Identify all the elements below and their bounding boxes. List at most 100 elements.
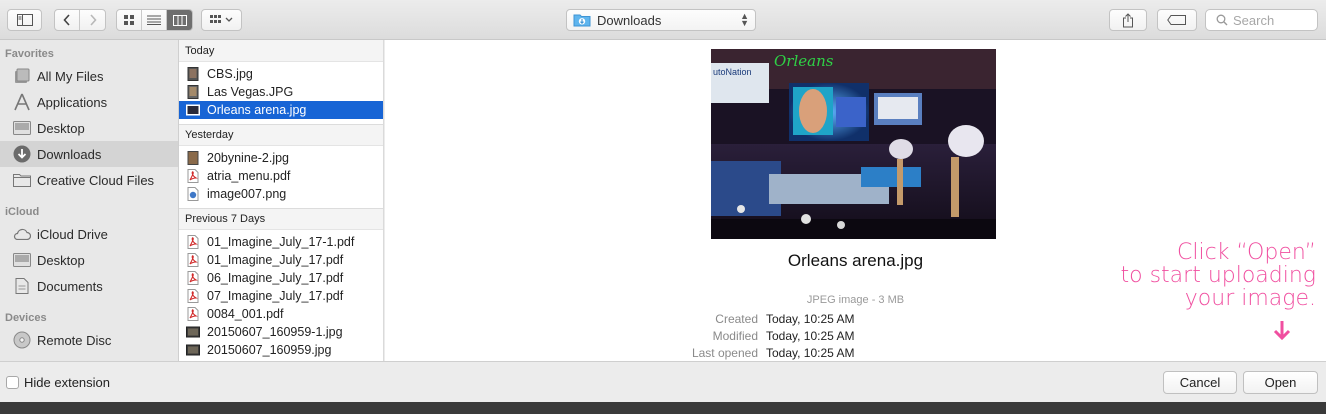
- disc-icon: [12, 331, 32, 349]
- sidebar-item-icloud-desktop[interactable]: Desktop: [0, 247, 178, 273]
- meta-label-last-opened: Last opened: [691, 346, 758, 360]
- annotation-line: to start uploading: [1120, 263, 1317, 288]
- sidebar: Favorites All My Files Applications Desk…: [0, 40, 179, 361]
- folder-icon: [12, 171, 32, 189]
- sidebar-item-applications[interactable]: Applications: [0, 89, 178, 115]
- file-item-selected[interactable]: Orleans arena.jpg: [179, 101, 383, 119]
- meta-value-last-opened: Today, 10:25 AM: [766, 346, 855, 360]
- file-item[interactable]: 20150607_160959-1.jpg: [179, 323, 383, 341]
- list-view-button[interactable]: [142, 10, 167, 30]
- file-item[interactable]: Las Vegas.JPG: [179, 83, 383, 101]
- share-icon: [1123, 12, 1133, 27]
- file-group-today: Today: [179, 40, 383, 62]
- file-group-yesterday: Yesterday: [179, 124, 383, 146]
- grid-icon: [124, 15, 134, 25]
- photo-sign-text: Orleans: [774, 52, 834, 70]
- sidebar-heading-devices: Devices: [5, 312, 47, 324]
- location-popup[interactable]: Downloads ▲ ▼: [566, 9, 756, 31]
- file-item[interactable]: 07_Imagine_July_17.pdf: [179, 287, 383, 305]
- pdf-file-icon: [187, 169, 199, 183]
- file-name: atria_menu.pdf: [207, 169, 291, 183]
- chevron-updown-icon: ▲ ▼: [740, 11, 749, 28]
- meta-value-created: Today, 10:25 AM: [766, 312, 855, 326]
- tags-button[interactable]: [1157, 9, 1197, 31]
- sidebar-item-label: Downloads: [37, 146, 102, 162]
- file-list: Today CBS.jpg Las Vegas.JPG Orleans aren…: [179, 40, 384, 361]
- sidebar-heading-favorites: Favorites: [5, 48, 54, 60]
- columns-icon: [172, 14, 187, 26]
- meta-label-modified: Modified: [712, 329, 758, 343]
- hide-extension-checkbox[interactable]: [6, 376, 19, 389]
- back-button[interactable]: [55, 10, 80, 30]
- preview-pane: utoNation Orleans Orleans arena.jpg JPEG…: [385, 40, 1326, 361]
- file-name: 20150607_160959.jpg: [207, 343, 332, 357]
- applications-icon: [12, 93, 32, 111]
- arrange-grid-icon: [209, 15, 232, 23]
- file-name: Las Vegas.JPG: [207, 85, 294, 99]
- list-icon: [147, 15, 161, 25]
- open-button[interactable]: Open: [1243, 371, 1318, 394]
- pdf-file-icon: [187, 253, 199, 267]
- tag-icon: [1167, 15, 1186, 25]
- file-group-previous-7-days: Previous 7 Days: [179, 208, 383, 230]
- search-placeholder: Search: [1233, 12, 1275, 28]
- file-item[interactable]: image007.png: [179, 185, 383, 203]
- column-view-button[interactable]: [167, 10, 192, 30]
- sidebar-item-label: Documents: [37, 278, 103, 294]
- share-button[interactable]: [1109, 9, 1147, 31]
- file-item[interactable]: 01_Imagine_July_17-1.pdf: [179, 233, 383, 251]
- file-name: 07_Imagine_July_17.pdf: [207, 289, 344, 303]
- cloud-icon: [12, 225, 32, 243]
- file-item[interactable]: 20150607_160959.jpg: [179, 341, 383, 359]
- image-file-icon: [186, 104, 200, 116]
- sidebar-item-documents[interactable]: Documents: [0, 273, 178, 299]
- sidebar-item-label: All My Files: [37, 68, 104, 84]
- png-file-icon: [187, 187, 199, 201]
- sidebar-item-desktop[interactable]: Desktop: [0, 115, 178, 141]
- sidebar-item-creative-cloud-files[interactable]: Creative Cloud Files: [0, 167, 178, 193]
- sidebar-item-label: Desktop: [37, 252, 85, 268]
- file-name: CBS.jpg: [207, 67, 253, 81]
- instruction-annotation: Click “Open” to start uploading your ima…: [1076, 241, 1317, 310]
- sidebar-heading-icloud: iCloud: [5, 206, 40, 218]
- back-forward-control: [54, 9, 106, 31]
- file-name: image007.png: [207, 187, 287, 201]
- search-icon: [1216, 14, 1228, 26]
- search-input[interactable]: Search: [1205, 9, 1318, 31]
- cancel-button[interactable]: Cancel: [1163, 371, 1237, 394]
- image-file-icon: [186, 326, 200, 338]
- icon-view-button[interactable]: [117, 10, 142, 30]
- desktop-icon: [12, 251, 32, 269]
- forward-button[interactable]: [80, 10, 105, 30]
- sidebar-item-label: Creative Cloud Files: [37, 172, 155, 188]
- image-file-icon: [187, 85, 199, 99]
- chevron-right-icon: [89, 14, 97, 26]
- sidebar-item-all-my-files[interactable]: All My Files: [0, 63, 178, 89]
- file-item[interactable]: 06_Imagine_July_17.pdf: [179, 269, 383, 287]
- file-item[interactable]: 01_Imagine_July_17.pdf: [179, 251, 383, 269]
- all-files-icon: [12, 67, 32, 85]
- pdf-file-icon: [187, 271, 199, 285]
- pdf-file-icon: [187, 289, 199, 303]
- meta-value-modified: Today, 10:25 AM: [766, 329, 855, 343]
- sidebar-toggle-button[interactable]: [7, 9, 42, 31]
- downloads-icon: [12, 145, 32, 163]
- file-item[interactable]: CBS.jpg: [179, 65, 383, 83]
- sidebar-item-label: Desktop: [37, 120, 85, 136]
- file-item[interactable]: 0084_001.pdf: [179, 305, 383, 323]
- file-name: 0084_001.pdf: [207, 307, 284, 321]
- sidebar-item-downloads[interactable]: Downloads: [0, 141, 178, 167]
- sidebar-item-label: Remote Disc: [37, 332, 112, 348]
- file-name: 20bynine-2.jpg: [207, 151, 290, 165]
- arrange-menu-button[interactable]: [201, 9, 242, 31]
- bottom-bar: Hide extension Cancel Open: [0, 361, 1326, 402]
- file-item[interactable]: atria_menu.pdf: [179, 167, 383, 185]
- sidebar-item-remote-disc[interactable]: Remote Disc: [0, 327, 178, 353]
- sidebar-item-label: Applications: [37, 94, 108, 110]
- photo-sign-left: utoNation: [713, 67, 752, 77]
- file-name: 01_Imagine_July_17-1.pdf: [207, 235, 355, 249]
- sidebar-item-icloud-drive[interactable]: iCloud Drive: [0, 221, 178, 247]
- location-label: Downloads: [597, 12, 662, 28]
- downloads-folder-icon: [573, 14, 591, 27]
- file-item[interactable]: 20bynine-2.jpg: [179, 149, 383, 167]
